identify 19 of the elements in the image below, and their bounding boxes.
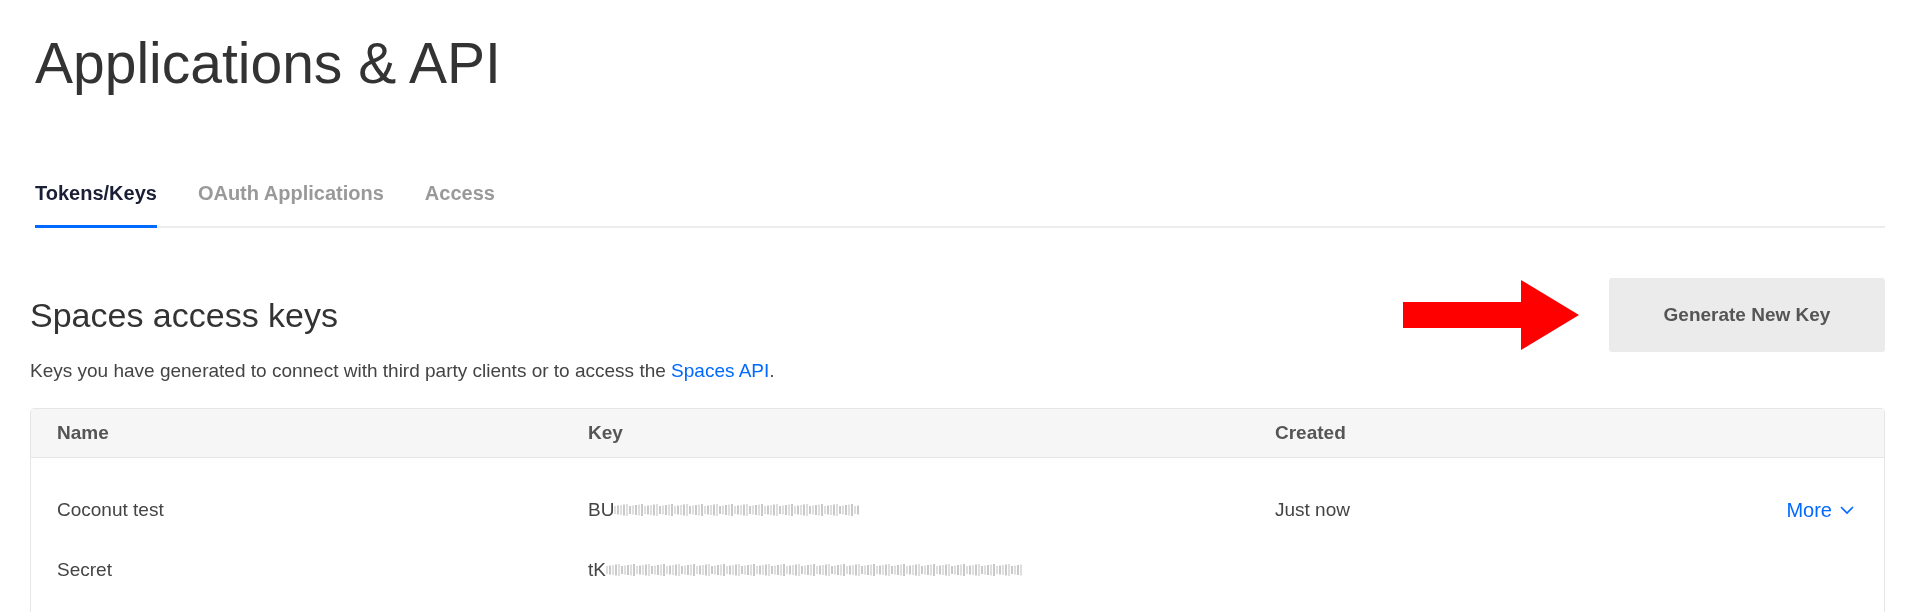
- section-title: Spaces access keys: [30, 295, 339, 335]
- column-header: Created: [1274, 422, 1347, 444]
- tab[interactable]: Access: [424, 182, 495, 228]
- arrow-icon: [1403, 280, 1579, 350]
- tab[interactable]: OAuth Applications: [197, 182, 384, 228]
- spaces-api-link[interactable]: Spaces API: [671, 360, 770, 381]
- chevron-down-icon: [1840, 505, 1854, 515]
- page-title: Applications & API: [34, 30, 502, 97]
- key-text: tK: [588, 559, 606, 581]
- tab[interactable]: Tokens/Keys: [35, 182, 157, 228]
- table-cell-text: Secret: [56, 559, 113, 581]
- table-cell-text: Coconut test: [56, 499, 165, 521]
- more-link[interactable]: More: [1786, 498, 1854, 522]
- column-header: Key: [587, 422, 624, 444]
- generate-key-button[interactable]: Generate New Key: [1609, 278, 1885, 352]
- column-header: Name: [56, 422, 110, 444]
- description: Keys you have generated to connect with third party clients or to access the Spaces API.: [30, 360, 776, 382]
- key-text: BU: [588, 499, 615, 521]
- table-cell-text: Just now: [1274, 499, 1351, 521]
